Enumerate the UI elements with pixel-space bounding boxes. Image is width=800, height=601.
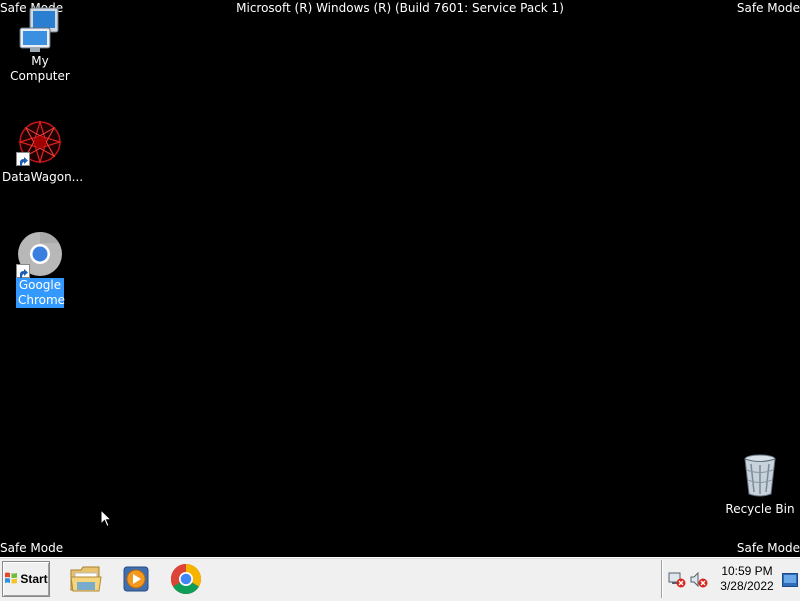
safe-mode-label-bottom-right: Safe Mode	[736, 541, 800, 555]
taskbar-google-chrome[interactable]	[166, 561, 206, 597]
taskbar-clock[interactable]: 10:59 PM 3/28/2022	[716, 564, 778, 594]
start-button[interactable]: Start	[2, 561, 50, 597]
desktop[interactable]: Safe Mode Microsoft (R) Windows (R) (Bui…	[0, 0, 800, 557]
chrome-icon	[170, 564, 202, 595]
windows-logo-icon	[4, 571, 18, 588]
safe-mode-label-bottom-left: Safe Mode	[0, 541, 64, 555]
clock-time: 10:59 PM	[721, 564, 773, 578]
datawagon-icon	[16, 118, 64, 166]
mouse-cursor-icon	[100, 508, 113, 532]
desktop-icon-datawagon[interactable]: DataWagon...	[0, 118, 83, 185]
desktop-icon-label: Recycle Bin	[725, 502, 795, 516]
desktop-icon-label: Google Chrome	[16, 278, 66, 308]
taskbar-windows-explorer[interactable]	[66, 561, 106, 597]
shortcut-arrow-icon	[16, 152, 30, 166]
start-label: Start	[20, 572, 48, 586]
desktop-icon-recycle-bin[interactable]: Recycle Bin	[720, 450, 800, 517]
chrome-icon	[16, 230, 64, 278]
desktop-icon-label: DataWagon...	[2, 170, 84, 184]
safe-mode-label-top-right: Safe Mode	[736, 1, 800, 15]
shortcut-arrow-icon	[16, 264, 30, 278]
taskbar: Start 10:59 PM 3/28/2022	[0, 557, 800, 601]
system-tray: 10:59 PM 3/28/2022	[661, 560, 800, 598]
desktop-icon-my-computer[interactable]: My Computer	[0, 6, 80, 84]
show-desktop-button[interactable]	[782, 572, 798, 587]
media-player-icon	[123, 566, 149, 592]
network-disconnected-icon[interactable]	[668, 572, 686, 592]
clock-date: 3/28/2022	[720, 579, 774, 593]
desktop-icon-label: My Computer	[10, 54, 70, 83]
build-banner: Microsoft (R) Windows (R) (Build 7601: S…	[236, 1, 564, 15]
windows-explorer-icon	[70, 566, 102, 592]
volume-muted-icon[interactable]	[690, 571, 708, 592]
computer-icon	[16, 6, 64, 54]
desktop-icon-google-chrome[interactable]: Google Chrome	[0, 230, 80, 308]
show-desktop-icon	[782, 573, 798, 587]
recycle-bin-icon	[736, 450, 784, 498]
taskbar-media-player[interactable]	[116, 561, 156, 597]
